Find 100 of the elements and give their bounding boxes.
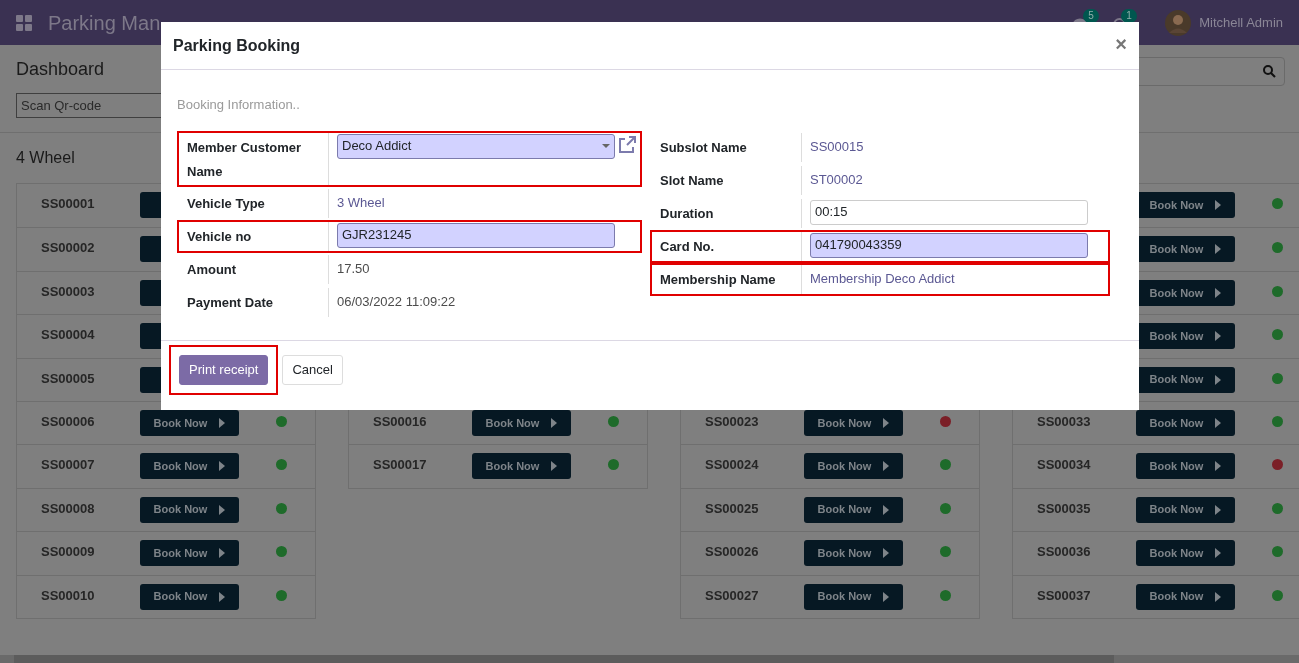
subslot-name: SS00016 bbox=[373, 412, 427, 431]
button-edge[interactable] bbox=[140, 366, 161, 393]
caret-icon bbox=[1215, 287, 1222, 298]
book-now-button[interactable]: Book Now bbox=[804, 453, 903, 480]
book-now-button[interactable]: Book Now bbox=[1136, 279, 1235, 306]
caret-icon bbox=[1215, 374, 1222, 385]
caret-icon bbox=[1215, 417, 1222, 428]
book-now-button[interactable]: Book Now bbox=[1136, 496, 1235, 523]
book-now-button[interactable]: Book Now bbox=[1136, 192, 1235, 218]
app-title: Parking Man bbox=[48, 10, 161, 36]
field-value: 17.50 bbox=[337, 259, 370, 278]
subslot-name: SS00033 bbox=[1037, 412, 1091, 431]
subslot-name: SS00035 bbox=[1037, 499, 1091, 518]
caret-icon bbox=[883, 461, 890, 472]
field-label: Payment Date bbox=[187, 294, 273, 310]
button-edge[interactable] bbox=[140, 323, 161, 350]
external-link-icon[interactable] bbox=[617, 135, 637, 154]
book-now-button[interactable]: Book Now bbox=[140, 583, 239, 610]
apps-menu-icon[interactable] bbox=[16, 14, 32, 31]
print-button[interactable]: Print receipt bbox=[179, 355, 269, 385]
field-label: Slot Name bbox=[660, 172, 724, 188]
book-now-button[interactable]: Book Now bbox=[140, 496, 239, 523]
book-now-button[interactable]: Book Now bbox=[1136, 540, 1235, 567]
caret-icon bbox=[883, 548, 890, 559]
book-now-button[interactable]: Book Now bbox=[472, 409, 571, 436]
caret-icon bbox=[1215, 200, 1222, 210]
subslot-name: SS00034 bbox=[1037, 456, 1091, 475]
button-edge[interactable] bbox=[140, 279, 161, 306]
field-label: Vehicle no bbox=[187, 228, 252, 244]
subslot-name: SS00002 bbox=[41, 239, 95, 258]
subslot-name: SS00003 bbox=[41, 282, 95, 301]
value-link[interactable]: ST00002 bbox=[810, 166, 863, 189]
customer-select[interactable]: Deco Addict bbox=[337, 133, 615, 159]
subslot-name: SS00017 bbox=[373, 456, 427, 475]
field-label: Card No. bbox=[660, 238, 715, 254]
input-field[interactable]: GJR231245 bbox=[337, 222, 615, 248]
caret-icon bbox=[1215, 331, 1222, 342]
subslot-name: SS00004 bbox=[41, 326, 95, 345]
book-now-button[interactable]: Book Now bbox=[472, 453, 571, 480]
search-icon[interactable] bbox=[1263, 65, 1276, 78]
field-label: Vehicle Type bbox=[187, 195, 265, 211]
book-now-button[interactable]: Book Now bbox=[804, 540, 903, 567]
value-link[interactable]: 3 Wheel bbox=[337, 189, 385, 212]
caret-icon bbox=[219, 417, 226, 428]
subslot-name: SS00025 bbox=[705, 499, 759, 518]
field-label: Member Customer Name bbox=[187, 139, 302, 179]
book-now-button[interactable]: Book Now bbox=[140, 453, 239, 480]
button-edge[interactable] bbox=[140, 236, 161, 263]
book-now-button[interactable]: Book Now bbox=[804, 583, 903, 610]
subslot-name: SS00006 bbox=[41, 412, 95, 431]
input-field[interactable]: 041790043359 bbox=[810, 232, 1088, 258]
field-label: Subslot Name bbox=[660, 139, 747, 155]
book-now-button[interactable]: Book Now bbox=[1136, 409, 1235, 436]
subslot-name: SS00024 bbox=[705, 456, 759, 475]
subslot-name: SS00026 bbox=[705, 543, 759, 562]
book-now-button[interactable]: Book Now bbox=[1136, 236, 1235, 263]
caret-icon bbox=[1215, 548, 1222, 559]
caret-icon bbox=[551, 461, 558, 472]
caret-icon bbox=[219, 461, 226, 472]
dialog-title: Parking Booking bbox=[173, 35, 301, 56]
subslot-name: SS00007 bbox=[41, 456, 95, 475]
chat-count-badge: 5 bbox=[1083, 8, 1099, 23]
book-now-button[interactable]: Book Now bbox=[1136, 453, 1235, 480]
caret-icon bbox=[1215, 244, 1222, 255]
cancel-button[interactable]: Cancel bbox=[282, 355, 343, 385]
caret-icon bbox=[219, 591, 226, 602]
subslot-name: SS00001 bbox=[41, 195, 95, 213]
subslot-name: SS00023 bbox=[705, 412, 759, 431]
user-name[interactable]: Mitchell Admin bbox=[1199, 12, 1283, 33]
field-value: 06/03/2022 11:09:22 bbox=[337, 292, 456, 311]
field-label: Membership Name bbox=[660, 271, 776, 287]
subslot-name: SS00008 bbox=[41, 499, 95, 518]
subslot-name: SS00009 bbox=[41, 543, 95, 562]
close-button[interactable]: × bbox=[1115, 32, 1127, 56]
subslot-name: SS00037 bbox=[1037, 586, 1091, 605]
input-field[interactable]: 00:15 bbox=[810, 199, 1088, 225]
caret-icon bbox=[1215, 461, 1222, 472]
caret-icon bbox=[219, 548, 226, 559]
section-title: 4 Wheel bbox=[16, 149, 75, 166]
book-now-button[interactable]: Book Now bbox=[1136, 366, 1235, 393]
caret-icon bbox=[883, 591, 890, 602]
caret-icon bbox=[1215, 591, 1222, 602]
value-link[interactable]: Membership Deco Addict bbox=[810, 265, 955, 288]
book-now-button[interactable]: Book Now bbox=[804, 409, 903, 436]
subslot-name: SS00005 bbox=[41, 369, 95, 388]
user-avatar[interactable] bbox=[1165, 9, 1192, 36]
dropdown-caret-icon[interactable] bbox=[602, 144, 610, 148]
subslot-name: SS00027 bbox=[705, 586, 759, 605]
horizontal-scrollbar[interactable] bbox=[0, 655, 1299, 663]
subslot-name: SS00010 bbox=[41, 586, 95, 605]
book-now-button[interactable]: Book Now bbox=[140, 540, 239, 567]
book-now-button[interactable]: Book Now bbox=[1136, 583, 1235, 610]
book-now-button[interactable]: Book Now bbox=[1136, 323, 1235, 350]
caret-icon bbox=[1215, 504, 1222, 515]
book-now-button[interactable]: Book Now bbox=[140, 409, 239, 436]
caret-icon bbox=[883, 417, 890, 428]
book-now-button[interactable]: Book Now bbox=[804, 496, 903, 523]
page-title: Dashboard bbox=[16, 59, 105, 79]
field-label: Amount bbox=[187, 261, 237, 277]
value-link[interactable]: SS00015 bbox=[810, 133, 864, 156]
